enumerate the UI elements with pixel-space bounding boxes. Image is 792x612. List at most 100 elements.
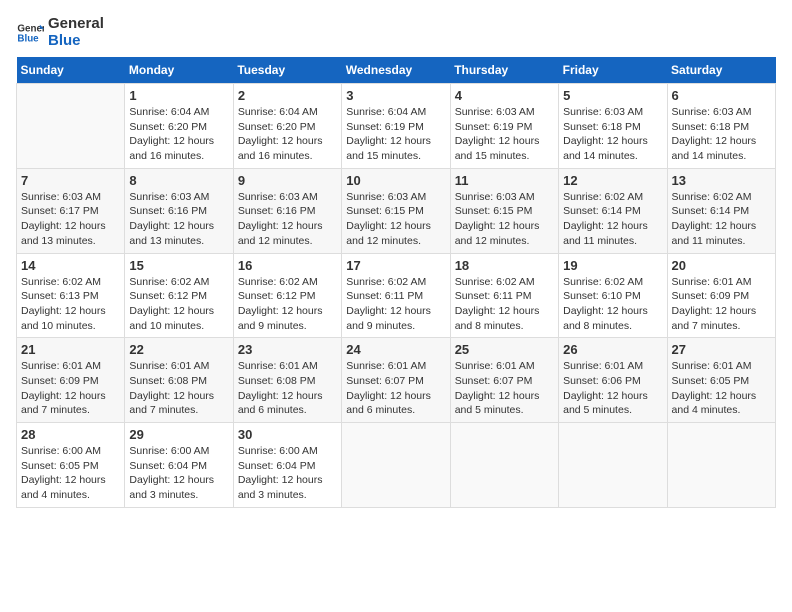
- page-header: General Blue General Blue: [16, 16, 776, 49]
- day-info: Sunrise: 6:01 AMSunset: 6:06 PMDaylight:…: [563, 359, 662, 418]
- day-number: 12: [563, 173, 662, 188]
- day-number: 7: [21, 173, 120, 188]
- calendar-week-4: 21 Sunrise: 6:01 AMSunset: 6:09 PMDayligh…: [17, 338, 776, 423]
- day-number: 17: [346, 258, 445, 273]
- day-info: Sunrise: 6:03 AMSunset: 6:16 PMDaylight:…: [238, 190, 337, 249]
- calendar-cell: [667, 423, 775, 508]
- day-info: Sunrise: 6:02 AMSunset: 6:14 PMDaylight:…: [672, 190, 771, 249]
- calendar-week-1: 1 Sunrise: 6:04 AMSunset: 6:20 PMDaylight…: [17, 84, 776, 169]
- day-info: Sunrise: 6:03 AMSunset: 6:15 PMDaylight:…: [346, 190, 445, 249]
- svg-text:Blue: Blue: [17, 33, 39, 44]
- day-info: Sunrise: 6:03 AMSunset: 6:17 PMDaylight:…: [21, 190, 120, 249]
- calendar-cell: 13 Sunrise: 6:02 AMSunset: 6:14 PMDayligh…: [667, 168, 775, 253]
- calendar-cell: [17, 84, 125, 169]
- day-info: Sunrise: 6:01 AMSunset: 6:08 PMDaylight:…: [129, 359, 228, 418]
- day-number: 30: [238, 427, 337, 442]
- day-number: 10: [346, 173, 445, 188]
- day-info: Sunrise: 6:01 AMSunset: 6:05 PMDaylight:…: [672, 359, 771, 418]
- calendar-cell: 26 Sunrise: 6:01 AMSunset: 6:06 PMDayligh…: [559, 338, 667, 423]
- calendar-cell: 2 Sunrise: 6:04 AMSunset: 6:20 PMDaylight…: [233, 84, 341, 169]
- calendar-week-5: 28 Sunrise: 6:00 AMSunset: 6:05 PMDayligh…: [17, 423, 776, 508]
- calendar-cell: 21 Sunrise: 6:01 AMSunset: 6:09 PMDayligh…: [17, 338, 125, 423]
- day-info: Sunrise: 6:01 AMSunset: 6:09 PMDaylight:…: [21, 359, 120, 418]
- col-header-tuesday: Tuesday: [233, 57, 341, 84]
- day-info: Sunrise: 6:03 AMSunset: 6:18 PMDaylight:…: [563, 105, 662, 164]
- day-info: Sunrise: 6:01 AMSunset: 6:07 PMDaylight:…: [455, 359, 554, 418]
- day-info: Sunrise: 6:03 AMSunset: 6:19 PMDaylight:…: [455, 105, 554, 164]
- day-number: 16: [238, 258, 337, 273]
- calendar-week-2: 7 Sunrise: 6:03 AMSunset: 6:17 PMDaylight…: [17, 168, 776, 253]
- day-info: Sunrise: 6:02 AMSunset: 6:14 PMDaylight:…: [563, 190, 662, 249]
- day-number: 19: [563, 258, 662, 273]
- day-number: 8: [129, 173, 228, 188]
- day-number: 15: [129, 258, 228, 273]
- day-number: 13: [672, 173, 771, 188]
- col-header-thursday: Thursday: [450, 57, 558, 84]
- calendar-cell: 20 Sunrise: 6:01 AMSunset: 6:09 PMDayligh…: [667, 253, 775, 338]
- calendar-cell: 11Sunrise: 6:03 AMSunset: 6:15 PMDayligh…: [450, 168, 558, 253]
- day-number: 6: [672, 88, 771, 103]
- day-number: 20: [672, 258, 771, 273]
- day-info: Sunrise: 6:02 AMSunset: 6:11 PMDaylight:…: [346, 275, 445, 334]
- day-info: Sunrise: 6:04 AMSunset: 6:20 PMDaylight:…: [238, 105, 337, 164]
- day-number: 23: [238, 342, 337, 357]
- col-header-saturday: Saturday: [667, 57, 775, 84]
- calendar-cell: 4 Sunrise: 6:03 AMSunset: 6:19 PMDaylight…: [450, 84, 558, 169]
- day-info: Sunrise: 6:04 AMSunset: 6:20 PMDaylight:…: [129, 105, 228, 164]
- day-info: Sunrise: 6:00 AMSunset: 6:05 PMDaylight:…: [21, 444, 120, 503]
- calendar-cell: 12 Sunrise: 6:02 AMSunset: 6:14 PMDayligh…: [559, 168, 667, 253]
- day-number: 9: [238, 173, 337, 188]
- day-info: Sunrise: 6:01 AMSunset: 6:09 PMDaylight:…: [672, 275, 771, 334]
- calendar-cell: 23Sunrise: 6:01 AMSunset: 6:08 PMDayligh…: [233, 338, 341, 423]
- day-number: 29: [129, 427, 228, 442]
- day-info: Sunrise: 6:02 AMSunset: 6:12 PMDaylight:…: [238, 275, 337, 334]
- col-header-friday: Friday: [559, 57, 667, 84]
- day-number: 11: [455, 173, 554, 188]
- day-info: Sunrise: 6:03 AMSunset: 6:18 PMDaylight:…: [672, 105, 771, 164]
- col-header-sunday: Sunday: [17, 57, 125, 84]
- day-number: 22: [129, 342, 228, 357]
- calendar-cell: 6 Sunrise: 6:03 AMSunset: 6:18 PMDaylight…: [667, 84, 775, 169]
- day-number: 18: [455, 258, 554, 273]
- calendar-cell: 10 Sunrise: 6:03 AMSunset: 6:15 PMDayligh…: [342, 168, 450, 253]
- calendar-cell: 1 Sunrise: 6:04 AMSunset: 6:20 PMDaylight…: [125, 84, 233, 169]
- day-number: 14: [21, 258, 120, 273]
- day-number: 28: [21, 427, 120, 442]
- calendar-cell: [450, 423, 558, 508]
- calendar-header-row: SundayMondayTuesdayWednesdayThursdayFrid…: [17, 57, 776, 84]
- day-number: 4: [455, 88, 554, 103]
- calendar-cell: 9 Sunrise: 6:03 AMSunset: 6:16 PMDaylight…: [233, 168, 341, 253]
- day-number: 24: [346, 342, 445, 357]
- calendar-cell: 28 Sunrise: 6:00 AMSunset: 6:05 PMDayligh…: [17, 423, 125, 508]
- day-number: 21: [21, 342, 120, 357]
- calendar-cell: 7 Sunrise: 6:03 AMSunset: 6:17 PMDaylight…: [17, 168, 125, 253]
- calendar-cell: 17 Sunrise: 6:02 AMSunset: 6:11 PMDayligh…: [342, 253, 450, 338]
- day-info: Sunrise: 6:02 AMSunset: 6:13 PMDaylight:…: [21, 275, 120, 334]
- calendar-cell: 25 Sunrise: 6:01 AMSunset: 6:07 PMDayligh…: [450, 338, 558, 423]
- calendar-cell: 24 Sunrise: 6:01 AMSunset: 6:07 PMDayligh…: [342, 338, 450, 423]
- day-info: Sunrise: 6:04 AMSunset: 6:19 PMDaylight:…: [346, 105, 445, 164]
- day-info: Sunrise: 6:02 AMSunset: 6:10 PMDaylight:…: [563, 275, 662, 334]
- logo-blue: Blue: [48, 33, 104, 50]
- col-header-wednesday: Wednesday: [342, 57, 450, 84]
- logo-general: General: [48, 16, 104, 33]
- calendar-week-3: 14 Sunrise: 6:02 AMSunset: 6:13 PMDayligh…: [17, 253, 776, 338]
- day-info: Sunrise: 6:01 AMSunset: 6:07 PMDaylight:…: [346, 359, 445, 418]
- calendar-cell: 5Sunrise: 6:03 AMSunset: 6:18 PMDaylight…: [559, 84, 667, 169]
- calendar-table: SundayMondayTuesdayWednesdayThursdayFrid…: [16, 57, 776, 508]
- calendar-cell: [559, 423, 667, 508]
- day-number: 2: [238, 88, 337, 103]
- col-header-monday: Monday: [125, 57, 233, 84]
- day-number: 3: [346, 88, 445, 103]
- day-number: 1: [129, 88, 228, 103]
- day-number: 26: [563, 342, 662, 357]
- calendar-cell: 27 Sunrise: 6:01 AMSunset: 6:05 PMDayligh…: [667, 338, 775, 423]
- calendar-cell: 14 Sunrise: 6:02 AMSunset: 6:13 PMDayligh…: [17, 253, 125, 338]
- day-number: 27: [672, 342, 771, 357]
- calendar-cell: 8Sunrise: 6:03 AMSunset: 6:16 PMDaylight…: [125, 168, 233, 253]
- day-info: Sunrise: 6:00 AMSunset: 6:04 PMDaylight:…: [238, 444, 337, 503]
- day-number: 25: [455, 342, 554, 357]
- calendar-cell: 15Sunrise: 6:02 AMSunset: 6:12 PMDayligh…: [125, 253, 233, 338]
- calendar-cell: 19 Sunrise: 6:02 AMSunset: 6:10 PMDayligh…: [559, 253, 667, 338]
- logo-icon: General Blue: [16, 19, 44, 47]
